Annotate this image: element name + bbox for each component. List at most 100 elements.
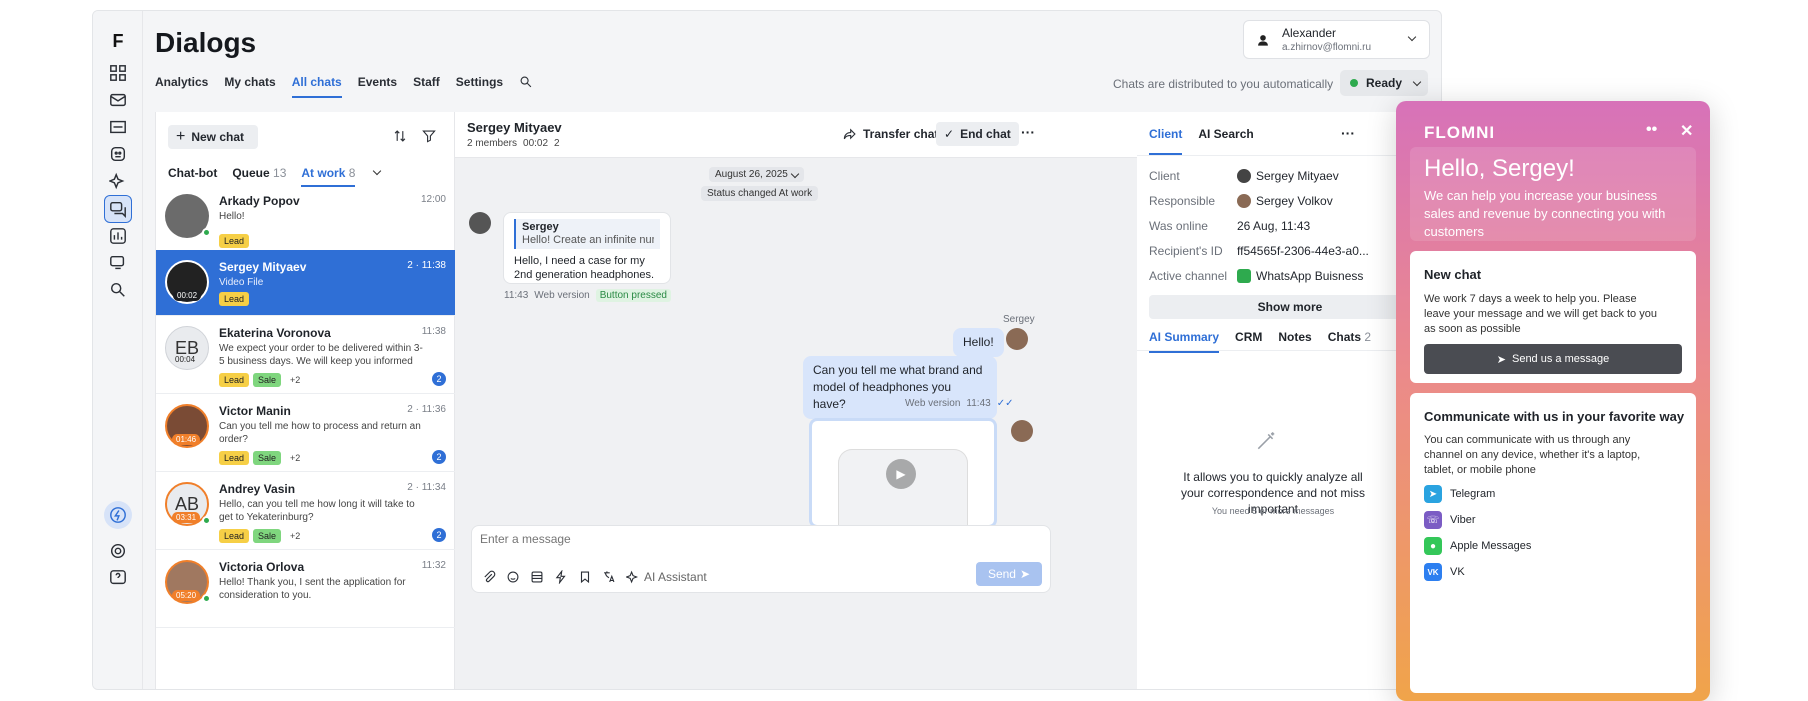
list-item[interactable]: AB 03:31 Andrey Vasin 2 · 11:34 Hello, c… — [156, 472, 456, 550]
channel-name: Viber — [1450, 514, 1476, 526]
tab-client[interactable]: Client — [1149, 127, 1183, 155]
channel-viber[interactable]: ☏ Viber — [1424, 511, 1475, 529]
responsible-value: Sergey Volkov — [1237, 194, 1333, 208]
nav-settings[interactable]: Settings — [456, 75, 503, 98]
list-item[interactable]: 01:46 Victor Manin 2 · 11:36 Can you tel… — [156, 394, 456, 472]
new-chat-button[interactable]: + New chat — [168, 125, 258, 149]
channels-title: Communicate with us in your favorite way — [1424, 409, 1685, 424]
send-button[interactable]: Send ➤ — [976, 562, 1042, 586]
client-tabs: Client AI Search — [1149, 127, 1254, 155]
outgoing-message: Hello! — [953, 328, 1004, 357]
translate-icon[interactable] — [602, 570, 616, 584]
avatar — [1237, 194, 1251, 208]
chat-list-panel: + New chat Chat-bot Queue 13 At work 8 Ar… — [155, 112, 456, 689]
nav-events[interactable]: Events — [358, 75, 397, 98]
status-select[interactable]: Ready — [1340, 70, 1428, 96]
chat-meta: 2 members 00:02 2 — [467, 138, 560, 149]
nav-my-chats[interactable]: My chats — [224, 75, 275, 98]
mail-icon[interactable] — [104, 86, 132, 114]
bookmark-icon[interactable] — [578, 570, 592, 584]
sparkle-icon[interactable] — [104, 167, 132, 195]
new-chat-card: New chat We work 7 days a week to help y… — [1410, 251, 1696, 383]
item-preview: Hello, can you tell me how long it will … — [219, 499, 415, 523]
tag-more: +2 — [290, 375, 301, 385]
user-menu[interactable]: Alexander a.zhirnov@flomni.ru — [1243, 20, 1430, 59]
dashboard-icon[interactable] — [104, 59, 132, 87]
gear-icon[interactable] — [104, 537, 132, 565]
status-chip: Status changed At work — [701, 186, 819, 201]
contact-name: Ekaterina Voronova — [219, 326, 331, 340]
close-icon[interactable]: ✕ — [1680, 121, 1693, 141]
list-item[interactable]: 05:20 Victoria Orlova 11:32 Hello! Thank… — [156, 550, 456, 628]
send-us-message-button[interactable]: ➤ Send us a message — [1424, 344, 1682, 374]
nav-analytics[interactable]: Analytics — [155, 75, 208, 98]
show-more-button[interactable]: Show more — [1149, 295, 1431, 319]
distribution-note: Chats are distributed to you automatical… — [1113, 77, 1334, 91]
bot-icon[interactable] — [104, 140, 132, 168]
knowledge-icon[interactable] — [104, 249, 132, 277]
channel-value: WhatsApp Buisness — [1237, 269, 1363, 283]
chevron-down-icon — [1407, 32, 1417, 42]
transfer-chat-button[interactable]: Transfer chat — [843, 127, 938, 141]
message-input[interactable] — [480, 532, 900, 546]
online-dot — [202, 516, 211, 525]
help-icon[interactable] — [104, 564, 132, 592]
timer-badge: 03:31 — [172, 512, 201, 523]
video-attachment[interactable]: ▶ — [809, 418, 997, 528]
contact-name: Arkady Popov — [219, 194, 300, 208]
template-icon[interactable] — [530, 570, 544, 584]
send-button-label: Send us a message — [1511, 353, 1610, 365]
tag-list: Lead Sale +2 — [219, 451, 305, 465]
play-icon[interactable]: ▶ — [886, 459, 916, 489]
channel-telegram[interactable]: ➤ Telegram — [1424, 485, 1495, 503]
more-icon[interactable]: ··· — [1021, 124, 1035, 140]
recipient-value: ff54565f-2306-44e3-a0... — [1237, 244, 1369, 258]
tab-ai-search[interactable]: AI Search — [1198, 127, 1253, 155]
button-pressed-badge: Button pressed — [595, 289, 671, 302]
send-icon: ➤ — [1496, 353, 1506, 366]
analytics-icon[interactable] — [104, 222, 132, 250]
tag-lead: Lead — [219, 234, 250, 248]
tab-count: 8 — [348, 166, 356, 180]
widget-subtitle: We can help you increase your business s… — [1424, 188, 1666, 239]
lightning-icon[interactable] — [554, 570, 568, 584]
sort-icon[interactable] — [393, 129, 407, 143]
search-icon[interactable] — [104, 276, 132, 304]
filter-icon[interactable] — [422, 129, 436, 143]
end-chat-button[interactable]: ✓ End chat — [936, 122, 1019, 146]
attach-icon[interactable] — [482, 570, 496, 584]
more-icon[interactable]: ··· — [1341, 125, 1355, 141]
recipient-label: Recipient's ID — [1149, 244, 1223, 258]
message-time: 11:43 — [966, 398, 991, 409]
crm-icon[interactable] — [104, 113, 132, 141]
message-source: Web version — [905, 398, 961, 409]
user-email: a.zhirnov@flomni.ru — [1282, 42, 1372, 53]
send-icon: ➤ — [1019, 567, 1031, 581]
list-item-selected[interactable]: 00:02 Sergey Mityaev 2 · 11:38 Video Fil… — [156, 250, 456, 316]
channel-vk[interactable]: VK VK — [1424, 563, 1465, 581]
list-item[interactable]: EB 00:04 Ekaterina Voronova 11:38 We exp… — [156, 316, 456, 394]
responsible-name: Sergey Volkov — [1256, 194, 1333, 208]
flomni-logo[interactable]: F — [104, 27, 132, 55]
agent-name: Sergey — [1003, 314, 1035, 325]
agent-avatar — [1011, 420, 1033, 442]
chevron-down-icon[interactable] — [373, 166, 382, 176]
emoji-icon[interactable] — [506, 570, 520, 584]
telegram-icon: ➤ — [1424, 485, 1442, 503]
tag-more: +2 — [290, 453, 301, 463]
nav-staff[interactable]: Staff — [413, 75, 440, 98]
lightning-icon[interactable] — [104, 501, 132, 529]
more-icon[interactable]: •• — [1646, 121, 1657, 139]
ai-assistant-button[interactable]: AI Assistant — [626, 570, 707, 584]
nav-all-chats[interactable]: All chats — [291, 75, 342, 98]
dialogs-icon[interactable] — [104, 195, 132, 223]
online-dot — [202, 594, 211, 603]
channel-apple-messages[interactable]: ● Apple Messages — [1424, 537, 1531, 555]
quote-author: Sergey — [522, 221, 559, 233]
unread-badge: 2 — [432, 372, 446, 386]
search-icon[interactable] — [519, 75, 533, 89]
user-name: Alexander — [1282, 26, 1337, 40]
client-label: Client — [1149, 169, 1180, 183]
list-item[interactable]: Arkady Popov 12:00 Hello! Lead — [156, 184, 456, 260]
chevron-down-icon — [1412, 77, 1422, 86]
